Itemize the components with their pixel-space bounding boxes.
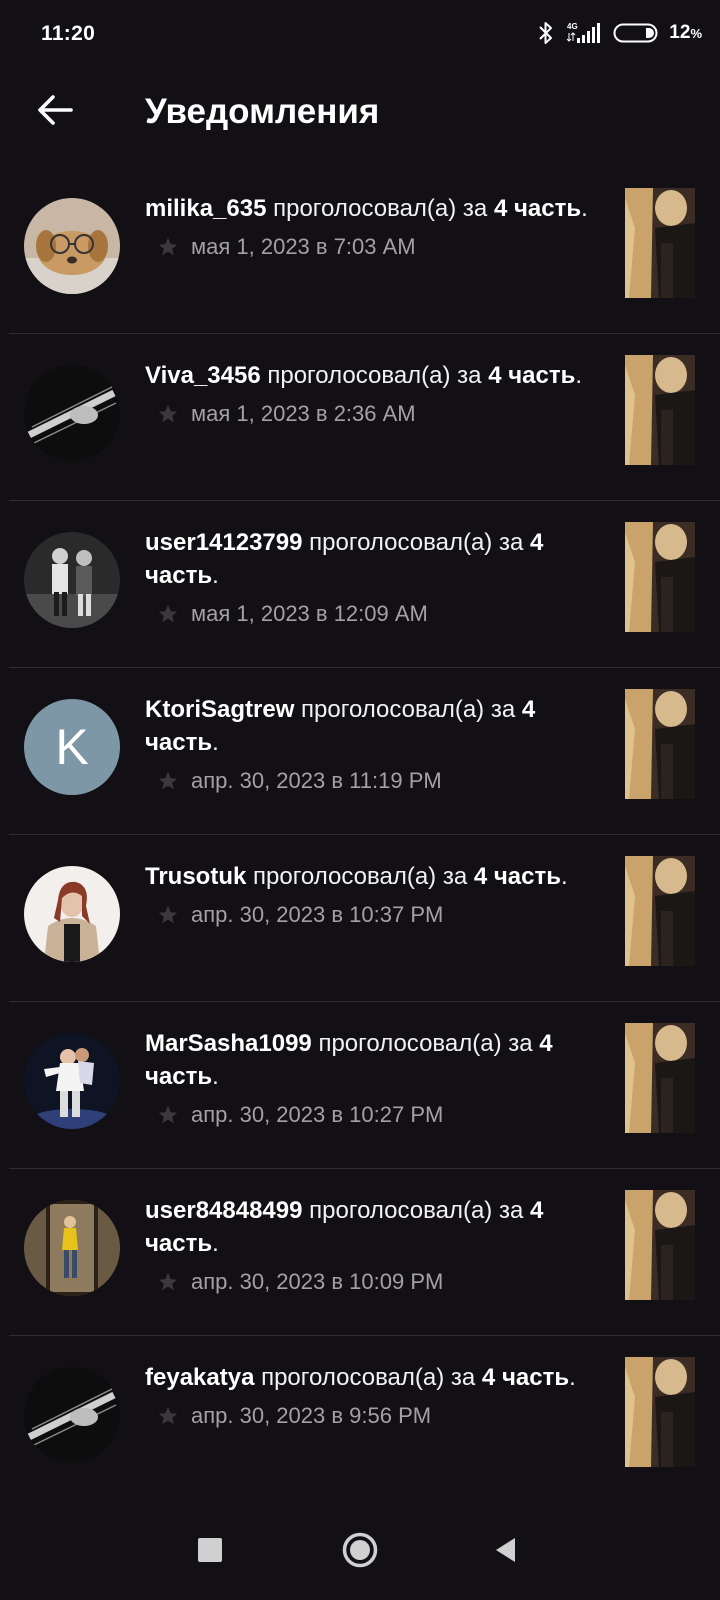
star-icon: [157, 236, 179, 258]
back-button[interactable]: [30, 90, 80, 134]
part-label: 4 часть: [481, 1364, 570, 1391]
status-time: 11:20: [41, 22, 96, 45]
bluetooth-icon: [537, 20, 555, 46]
battery-icon: [613, 21, 659, 45]
star-icon: [157, 603, 179, 625]
notification-item[interactable]: milika_635 проголосовал(а) за 4 часть. м…: [0, 167, 720, 334]
notification-date: апр. 30, 2023 в 11:19 PM: [191, 768, 442, 793]
story-thumbnail[interactable]: [625, 522, 695, 632]
star-icon: [157, 1405, 179, 1427]
home-circle-icon[interactable]: [341, 1531, 379, 1574]
notification-date: апр. 30, 2023 в 10:37 PM: [191, 902, 444, 927]
notification-date: апр. 30, 2023 в 9:56 PM: [191, 1403, 432, 1428]
notification-text: user14123799 проголосовал(а) за 4 часть.: [145, 529, 544, 589]
avatar[interactable]: [24, 866, 120, 962]
avatar[interactable]: [24, 1367, 120, 1463]
story-thumbnail[interactable]: [625, 188, 695, 298]
notification-text: user84848499 проголосовал(а) за 4 часть.: [145, 1197, 544, 1257]
story-thumbnail[interactable]: [625, 1023, 695, 1133]
recents-square-icon[interactable]: [198, 1538, 222, 1562]
story-thumbnail[interactable]: [625, 1190, 695, 1300]
avatar[interactable]: [24, 1033, 120, 1129]
username: Viva_3456: [145, 362, 261, 389]
status-icons: 4G 12%: [537, 20, 702, 46]
notification-text: Viva_3456 проголосовал(а) за 4 часть.: [145, 362, 583, 389]
notification-item[interactable]: K KtoriSagtrew проголосовал(а) за 4 част…: [0, 668, 720, 835]
network-label: 4G: [567, 22, 578, 31]
notification-text: feyakatya проголосовал(а) за 4 часть.: [145, 1364, 576, 1391]
username: user14123799: [145, 529, 303, 556]
story-thumbnail[interactable]: [625, 689, 695, 799]
notification-item[interactable]: Trusotuk проголосовал(а) за 4 часть. апр…: [0, 835, 720, 1002]
notification-date: мая 1, 2023 в 7:03 AM: [191, 234, 416, 259]
username: MarSasha1099: [145, 1030, 312, 1057]
part-label: 4 часть: [473, 863, 561, 890]
notification-text: MarSasha1099 проголосовал(а) за 4 часть.: [145, 1030, 553, 1090]
star-icon: [157, 770, 179, 792]
star-icon: [157, 1271, 179, 1293]
avatar[interactable]: K: [24, 699, 120, 795]
avatar[interactable]: [24, 198, 120, 294]
username: milika_635: [145, 195, 267, 222]
username: KtoriSagtrew: [145, 696, 295, 723]
story-thumbnail[interactable]: [625, 1357, 695, 1467]
notification-item[interactable]: feyakatya проголосовал(а) за 4 часть. ап…: [0, 1336, 720, 1503]
status-bar: 11:20 4G 12%: [0, 0, 720, 70]
part-label: 4 часть: [488, 362, 576, 389]
part-label: 4 часть: [493, 195, 582, 222]
avatar[interactable]: [24, 365, 120, 461]
page-title: Уведомления: [145, 92, 380, 131]
star-icon: [157, 403, 179, 425]
notification-item[interactable]: user84848499 проголосовал(а) за 4 часть.…: [0, 1169, 720, 1336]
star-icon: [157, 904, 179, 926]
star-icon: [157, 1104, 179, 1126]
notifications-list: milika_635 проголосовал(а) за 4 часть. м…: [0, 167, 720, 1503]
username: feyakatya: [145, 1364, 255, 1391]
story-thumbnail[interactable]: [625, 856, 695, 966]
notification-item[interactable]: Viva_3456 проголосовал(а) за 4 часть. ма…: [0, 334, 720, 501]
username: user84848499: [145, 1197, 303, 1224]
signal-icon: 4G: [565, 20, 603, 46]
username: Trusotuk: [145, 863, 247, 890]
notification-date: апр. 30, 2023 в 10:27 PM: [191, 1102, 444, 1127]
notification-text: Trusotuk проголосовал(а) за 4 часть.: [145, 863, 568, 890]
notification-text: milika_635 проголосовал(а) за 4 часть.: [145, 195, 588, 222]
back-triangle-icon[interactable]: [493, 1536, 517, 1569]
header: Уведомления: [0, 80, 720, 144]
notification-item[interactable]: user14123799 проголосовал(а) за 4 часть.…: [0, 501, 720, 668]
notification-date: мая 1, 2023 в 2:36 AM: [191, 401, 416, 426]
notification-date: апр. 30, 2023 в 10:09 PM: [191, 1269, 444, 1294]
battery-text: 12%: [669, 22, 702, 43]
notification-text: KtoriSagtrew проголосовал(а) за 4 часть.: [145, 696, 536, 756]
notification-date: мая 1, 2023 в 12:09 AM: [191, 601, 428, 626]
story-thumbnail[interactable]: [625, 355, 695, 465]
avatar[interactable]: [24, 1200, 120, 1296]
system-nav-bar: [0, 1500, 720, 1600]
notification-item[interactable]: MarSasha1099 проголосовал(а) за 4 часть.…: [0, 1002, 720, 1169]
avatar[interactable]: [24, 532, 120, 628]
arrow-left-icon: [37, 94, 73, 131]
